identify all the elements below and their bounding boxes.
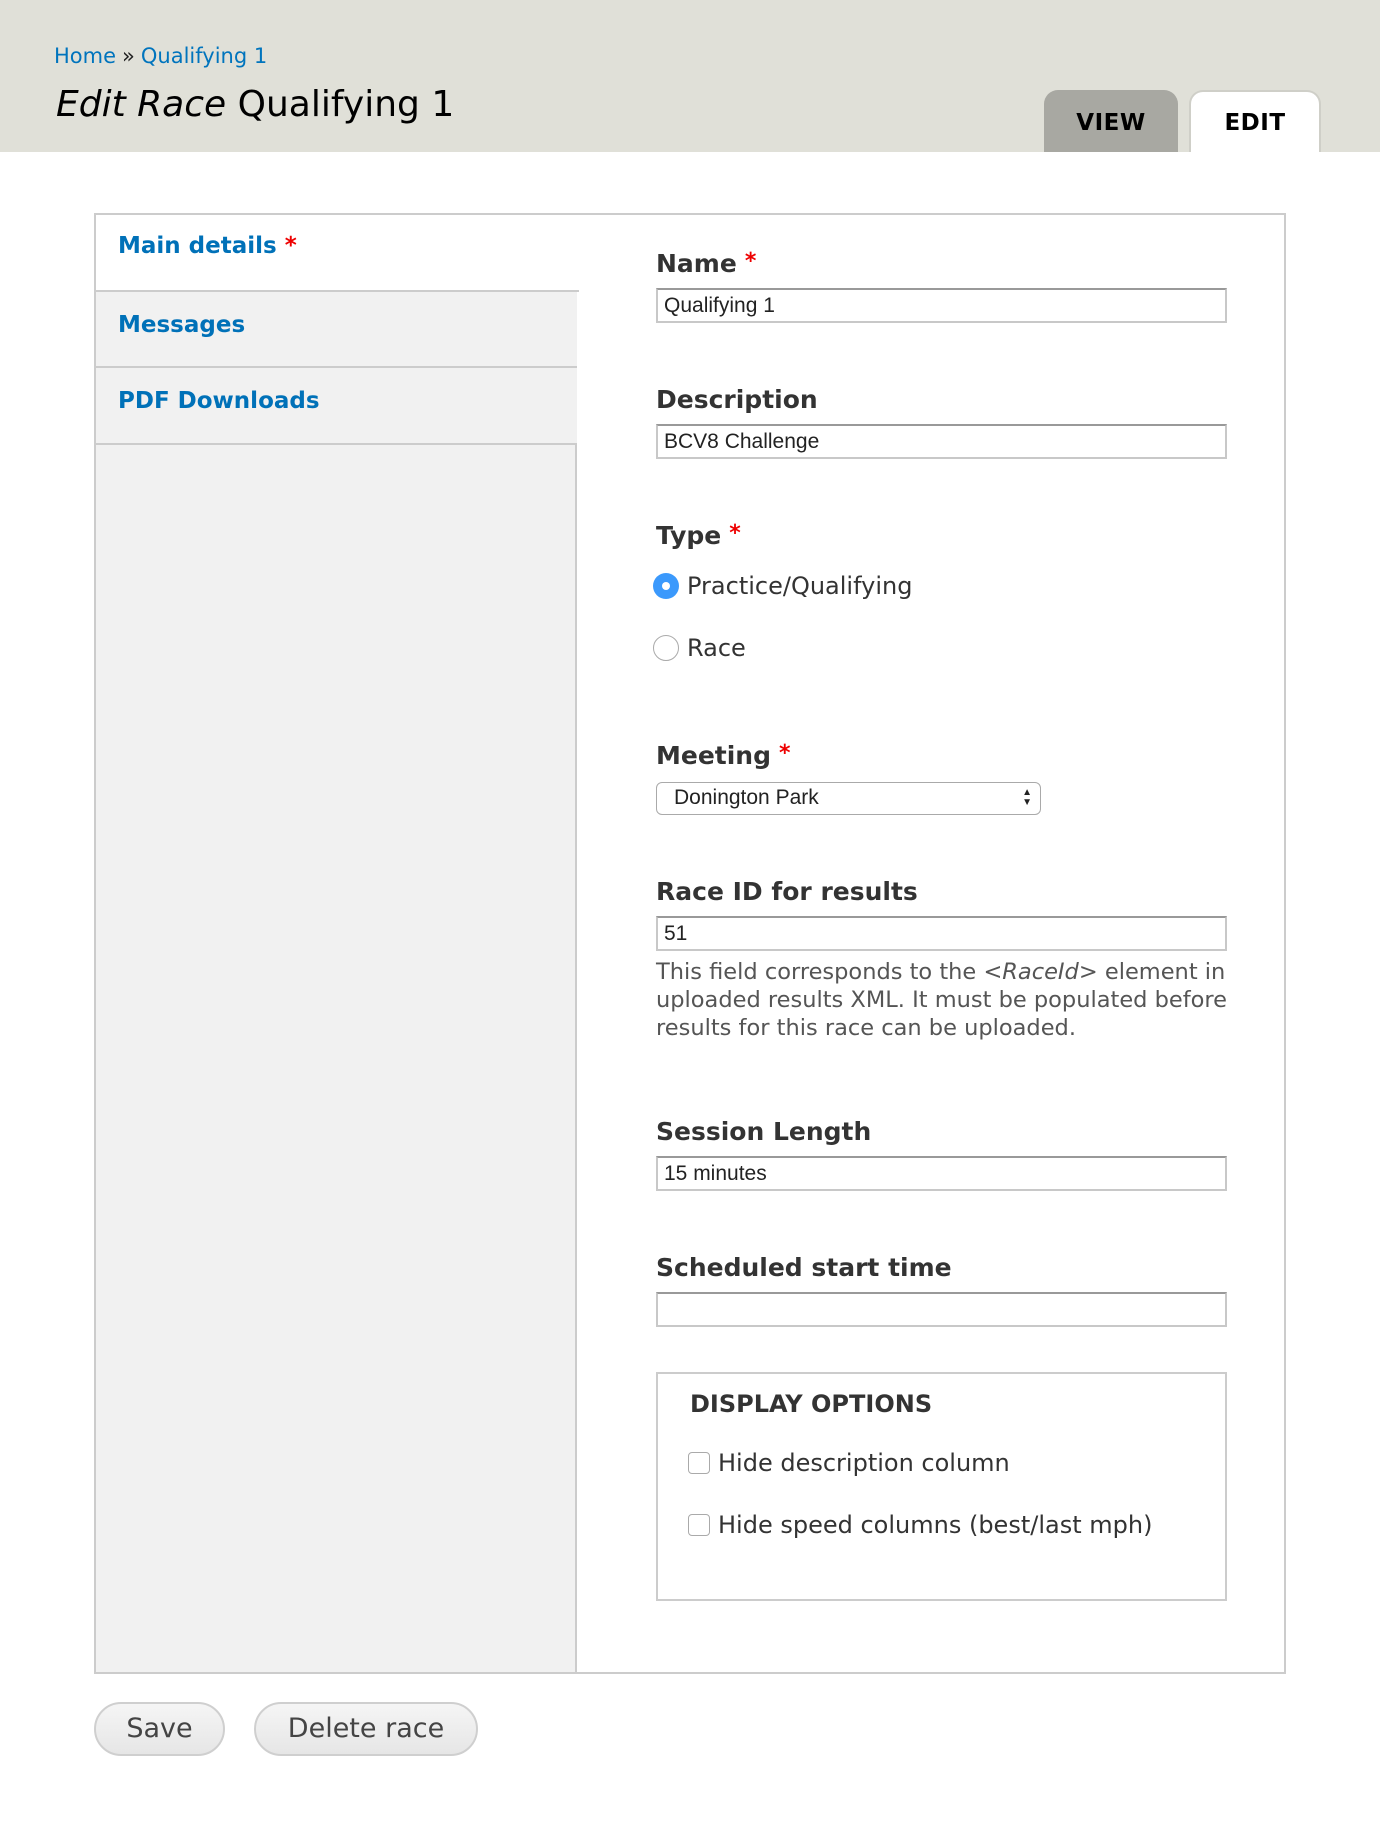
display-options-fieldset: DISPLAY OPTIONS Hide description column … <box>656 1372 1227 1601</box>
sidebar-item-pdf-downloads[interactable]: PDF Downloads <box>96 368 577 445</box>
sidebar-item-label: PDF Downloads <box>118 388 320 414</box>
select-arrows-icon: ▲ ▼ <box>1022 787 1032 808</box>
race-id-help-text: This field corresponds to the <RaceId> e… <box>656 958 1236 1042</box>
help-text-part: This field corresponds to the <box>656 959 984 985</box>
description-input[interactable] <box>656 424 1227 459</box>
tab-edit[interactable]: EDIT <box>1189 90 1321 152</box>
breadcrumb-home[interactable]: Home <box>54 44 116 68</box>
help-text-element: <RaceId> <box>983 959 1098 985</box>
session-length-input[interactable] <box>656 1156 1227 1191</box>
tab-view[interactable]: VIEW <box>1044 90 1178 152</box>
breadcrumb-current[interactable]: Qualifying 1 <box>141 44 267 68</box>
radio-unselected-icon[interactable] <box>653 635 679 661</box>
checkbox-unchecked-icon[interactable] <box>688 1514 710 1536</box>
radio-practice-qualifying[interactable]: Practice/Qualifying <box>653 572 912 600</box>
page-header: Home» Qualifying 1 Edit Race Qualifying 1… <box>0 0 1380 152</box>
radio-selected-icon[interactable] <box>653 573 679 599</box>
page-title-prefix: Edit Race <box>56 84 227 125</box>
name-label: Name * <box>656 249 756 278</box>
display-options-legend: DISPLAY OPTIONS <box>690 1390 933 1418</box>
name-label-text: Name <box>656 249 737 278</box>
meeting-selected-value: Donington Park <box>674 786 819 809</box>
meeting-label: Meeting * <box>656 741 791 770</box>
sidebar-item-main-details[interactable]: Main details * <box>96 215 579 292</box>
radio-label: Race <box>687 634 746 662</box>
race-id-label: Race ID for results <box>656 877 918 906</box>
hide-speed-checkbox-row[interactable]: Hide speed columns (best/last mph) <box>688 1511 1152 1539</box>
required-marker: * <box>284 233 297 259</box>
required-marker: * <box>744 249 757 274</box>
page-title-name: Qualifying 1 <box>237 84 455 125</box>
vertical-tabs-sidebar: Main details * Messages PDF Downloads <box>96 215 579 1672</box>
sidebar-item-label: Messages <box>118 312 246 338</box>
name-input[interactable] <box>656 288 1227 323</box>
radio-label: Practice/Qualifying <box>687 572 913 600</box>
scheduled-start-input[interactable] <box>656 1292 1227 1327</box>
type-label-text: Type <box>656 521 722 550</box>
checkbox-unchecked-icon[interactable] <box>688 1452 710 1474</box>
breadcrumb: Home» Qualifying 1 <box>54 44 267 68</box>
description-label: Description <box>656 385 818 414</box>
meeting-label-text: Meeting <box>656 741 772 770</box>
required-marker: * <box>729 521 741 546</box>
page-title: Edit Race Qualifying 1 <box>56 84 454 125</box>
sidebar-item-label: Main details <box>118 233 277 259</box>
hide-description-checkbox-row[interactable]: Hide description column <box>688 1449 1010 1477</box>
required-marker: * <box>779 741 791 766</box>
meeting-select[interactable]: Donington Park ▲ ▼ <box>656 782 1041 815</box>
checkbox-label: Hide description column <box>718 1449 1010 1477</box>
type-label: Type * <box>656 521 741 550</box>
checkbox-label: Hide speed columns (best/last mph) <box>718 1511 1153 1539</box>
scheduled-start-label: Scheduled start time <box>656 1253 952 1282</box>
sidebar-item-messages[interactable]: Messages <box>96 292 577 368</box>
delete-race-button[interactable]: Delete race <box>254 1702 478 1756</box>
radio-race[interactable]: Race <box>653 634 746 662</box>
race-id-input[interactable] <box>656 916 1227 951</box>
save-button[interactable]: Save <box>94 1702 225 1756</box>
session-length-label: Session Length <box>656 1117 872 1146</box>
breadcrumb-separator: » <box>122 44 135 68</box>
